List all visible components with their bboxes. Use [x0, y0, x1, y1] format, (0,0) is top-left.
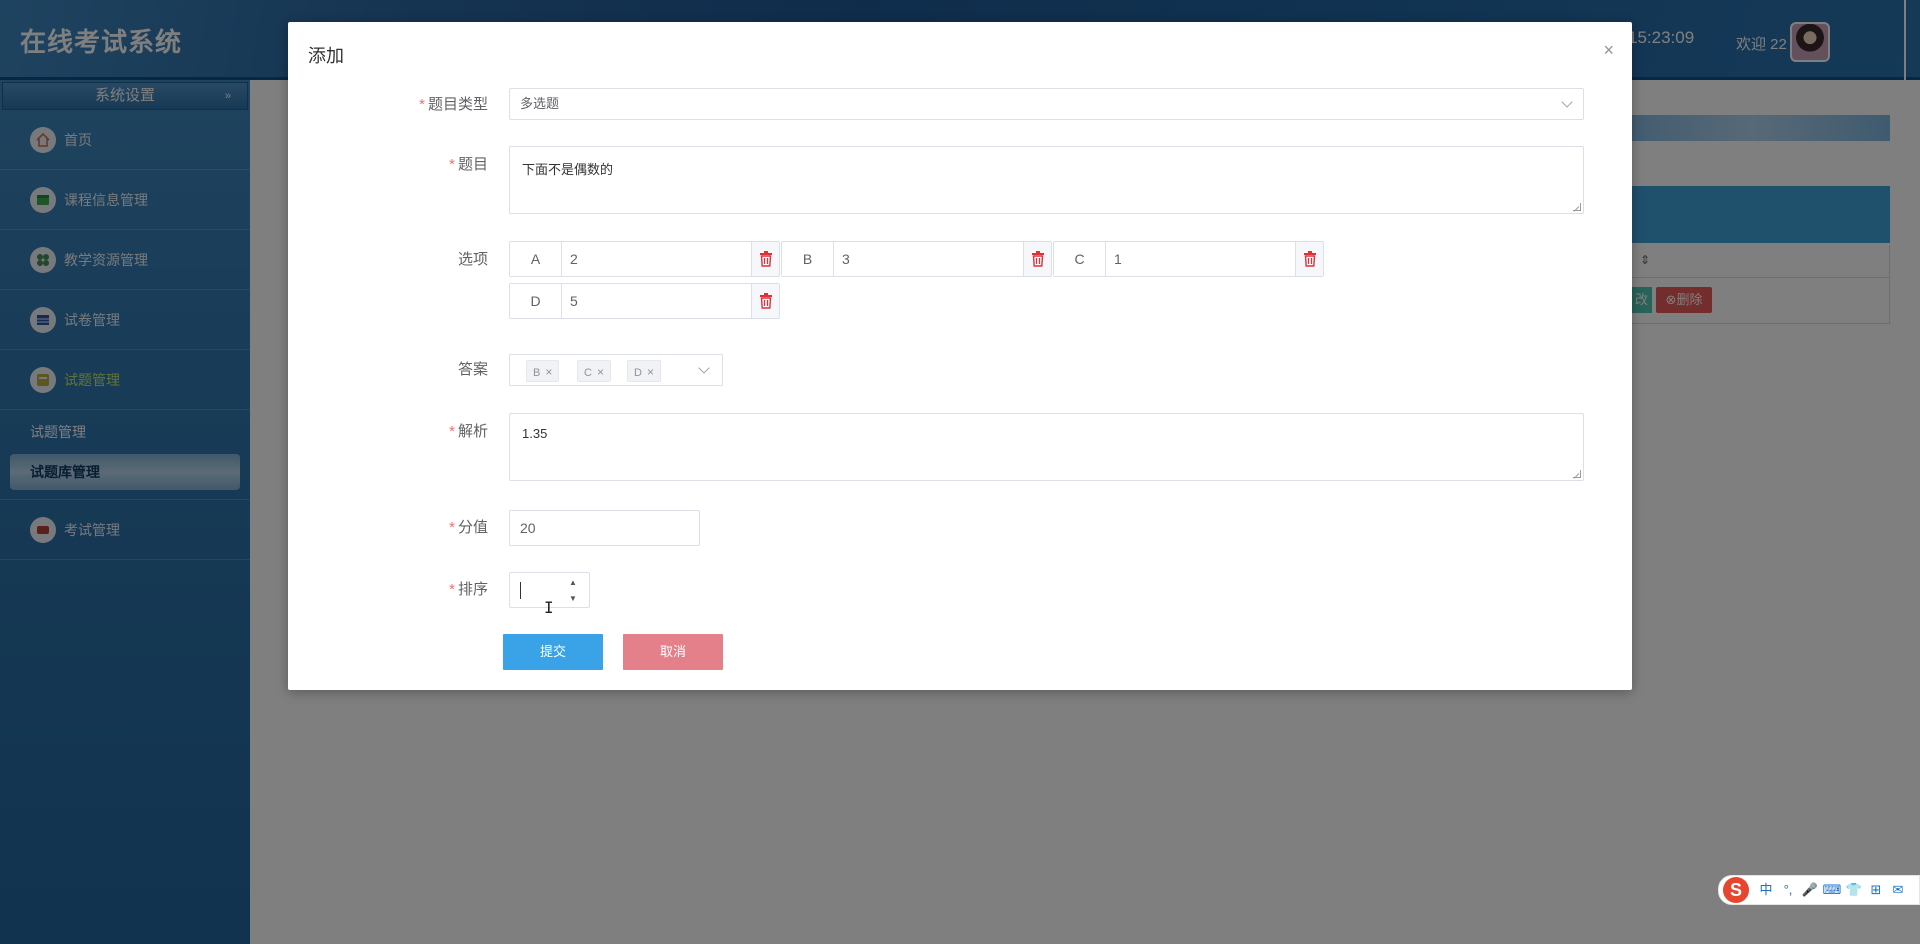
required-mark: *	[449, 156, 455, 173]
required-mark: *	[449, 519, 455, 536]
type-label: * 题目类型	[288, 93, 488, 114]
sogou-logo-icon[interactable]: S	[1723, 877, 1749, 903]
chevron-up-icon[interactable]: ▲	[569, 577, 577, 589]
option-row-d: D 5	[509, 283, 780, 319]
answer-tag-label: B	[533, 367, 541, 379]
text-cursor-icon: I	[544, 598, 554, 617]
required-mark: *	[449, 581, 455, 598]
cancel-button[interactable]: 取消	[623, 634, 723, 670]
question-label: * 题目	[288, 153, 488, 174]
score-label: * 分值	[288, 516, 488, 537]
sort-label: * 排序	[288, 578, 488, 599]
toolbox-icon[interactable]: ⊞	[1865, 879, 1887, 901]
microphone-icon[interactable]: 🎤	[1799, 879, 1821, 901]
message-icon[interactable]: ✉	[1887, 879, 1909, 901]
score-value: 20	[520, 520, 536, 536]
text-caret	[520, 582, 521, 599]
keyboard-icon[interactable]: ⌨	[1821, 879, 1843, 901]
option-input[interactable]: 5	[570, 284, 578, 318]
question-label-text: 题目	[457, 156, 488, 173]
option-letter: D	[510, 284, 562, 318]
option-input[interactable]: 1	[1114, 242, 1122, 276]
resize-handle-icon[interactable]	[1573, 470, 1581, 478]
option-input[interactable]: 3	[842, 242, 850, 276]
option-letter: B	[782, 242, 834, 276]
options-label: 选项	[288, 248, 488, 269]
trash-icon[interactable]	[1023, 242, 1051, 276]
close-icon[interactable]: ×	[597, 365, 604, 379]
answer-tag: C ×	[577, 360, 611, 382]
analysis-text: 1.35	[522, 426, 548, 441]
trash-icon[interactable]	[751, 242, 779, 276]
resize-handle-icon[interactable]	[1573, 203, 1581, 211]
type-label-text: 题目类型	[427, 96, 488, 113]
chevron-down-icon	[698, 362, 710, 374]
option-input[interactable]: 2	[570, 242, 578, 276]
number-stepper[interactable]: ▲ ▼	[567, 577, 579, 605]
analysis-textarea[interactable]: 1.35	[509, 413, 1584, 481]
sort-label-text: 排序	[457, 581, 488, 598]
close-icon[interactable]: ×	[545, 365, 552, 379]
ime-chinese-mode[interactable]: 中	[1755, 879, 1777, 901]
answer-label: 答案	[288, 358, 488, 379]
answer-tag: B ×	[526, 360, 560, 382]
score-input[interactable]: 20	[509, 510, 700, 546]
answer-tag-label: D	[634, 367, 642, 379]
skin-icon[interactable]: 👕	[1843, 879, 1865, 901]
ime-punctuation-icon[interactable]: °,	[1777, 879, 1799, 901]
trash-icon[interactable]	[751, 284, 779, 318]
question-textarea[interactable]: 下面不是偶数的	[509, 146, 1584, 214]
chevron-down-icon[interactable]: ▼	[569, 593, 577, 605]
required-mark: *	[449, 423, 455, 440]
analysis-label: * 解析	[288, 420, 488, 441]
option-letter: A	[510, 242, 562, 276]
close-icon[interactable]: ×	[647, 365, 654, 379]
option-row-c: C 1	[1053, 241, 1324, 277]
question-type-value: 多选题	[520, 96, 560, 111]
option-row-b: B 3	[781, 241, 1052, 277]
trash-icon[interactable]	[1295, 242, 1323, 276]
required-mark: *	[419, 96, 425, 113]
question-type-select[interactable]: 多选题	[509, 88, 1584, 120]
submit-button[interactable]: 提交	[503, 634, 603, 670]
options-label-text: 选项	[457, 251, 488, 268]
answer-tag-label: C	[584, 367, 592, 379]
analysis-label-text: 解析	[457, 423, 488, 440]
chevron-down-icon	[1561, 96, 1573, 108]
answer-label-text: 答案	[457, 361, 488, 378]
answer-tag: D ×	[627, 360, 661, 382]
add-question-dialog: 添加 × * 题目类型 多选题 * 题目 下面不是偶数的 选项 A 2 B 3 C …	[288, 22, 1632, 690]
close-icon[interactable]: ×	[1603, 40, 1614, 61]
dialog-title: 添加	[308, 46, 344, 66]
answer-multiselect[interactable]: B × C × D ×	[509, 354, 723, 386]
ime-toolbar: S 中 °, 🎤 ⌨ 👕 ⊞ ✉	[1718, 875, 1920, 905]
score-label-text: 分值	[457, 519, 488, 536]
question-text: 下面不是偶数的	[522, 162, 614, 177]
option-letter: C	[1054, 242, 1106, 276]
option-row-a: A 2	[509, 241, 780, 277]
